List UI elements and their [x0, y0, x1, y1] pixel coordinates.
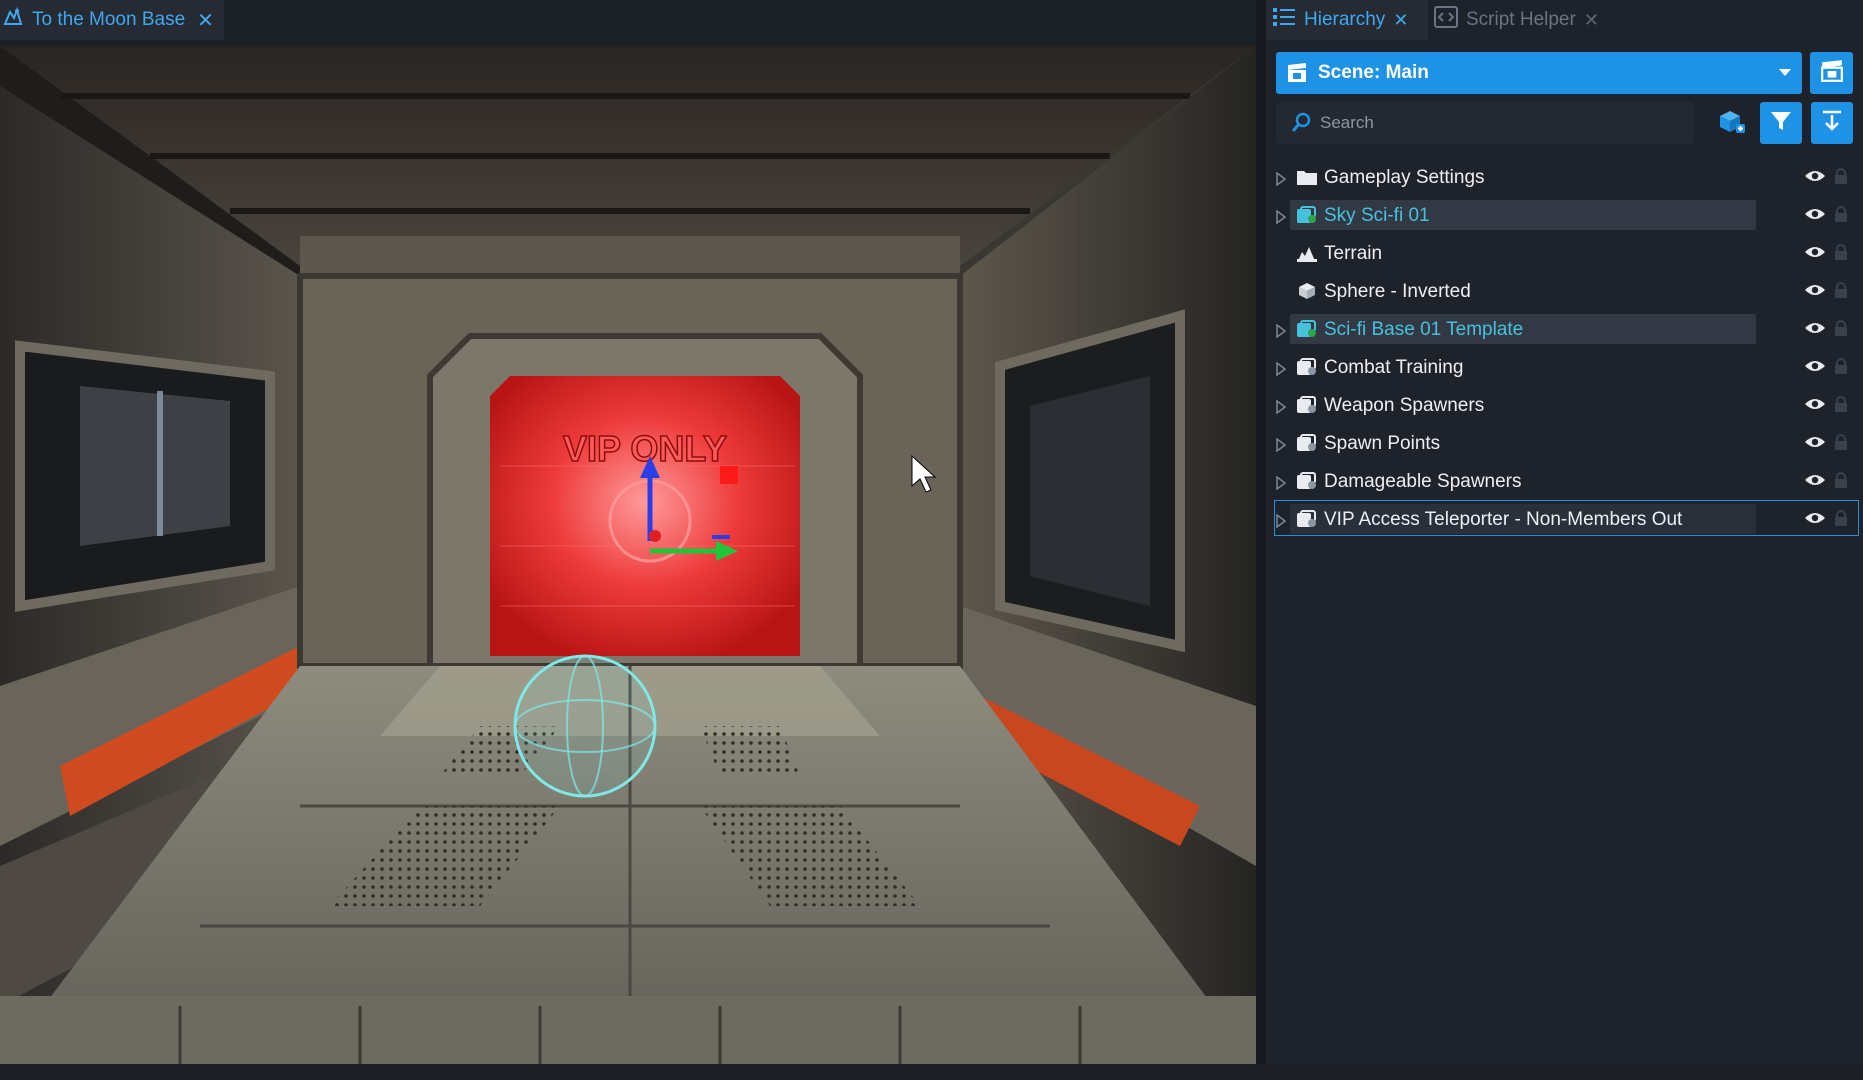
group-icon	[1296, 396, 1318, 414]
lock-icon[interactable]	[1834, 472, 1848, 488]
eye-icon[interactable]	[1804, 169, 1826, 183]
tab-label: To the Moon Base	[32, 9, 186, 30]
tree-item-label: Combat Training	[1324, 357, 1464, 378]
tree-item-sky-sci-fi-01[interactable]: Sky Sci-fi 01	[1266, 198, 1863, 236]
panel-splitter[interactable]	[1256, 0, 1266, 1080]
triangle-right-icon[interactable]	[1276, 324, 1288, 338]
lock-icon[interactable]	[1834, 358, 1848, 374]
lock-icon[interactable]	[1834, 168, 1848, 184]
close-icon[interactable]: ✕	[1584, 10, 1599, 31]
lock-icon[interactable]	[1834, 396, 1848, 412]
vip-sign-text: VIP ONLY	[563, 428, 727, 469]
eye-icon[interactable]	[1804, 283, 1826, 297]
search-input[interactable]	[1318, 112, 1682, 134]
tree-item-vip-access-teleporter[interactable]: VIP Access Teleporter - Non-Members Out	[1266, 500, 1863, 540]
triangle-right-icon[interactable]	[1276, 210, 1288, 224]
close-icon[interactable]: ✕	[1393, 10, 1408, 31]
close-icon[interactable]: ✕	[197, 8, 214, 33]
group-icon	[1296, 472, 1318, 490]
tree-item-weapon-spawners[interactable]: Weapon Spawners	[1266, 388, 1863, 426]
tree-item-sphere-inverted[interactable]: Sphere - Inverted	[1266, 274, 1863, 312]
tree-item-label: Sphere - Inverted	[1324, 281, 1471, 302]
tree-item-label: Sky Sci-fi 01	[1324, 205, 1430, 226]
scene-settings-button[interactable]	[1810, 52, 1853, 94]
add-object-button[interactable]	[1711, 102, 1753, 144]
list-icon	[1272, 6, 1296, 34]
trigger-sphere-gizmo[interactable]	[513, 654, 657, 798]
tree-item-label: Damageable Spawners	[1324, 471, 1522, 492]
triangle-right-icon[interactable]	[1276, 362, 1288, 376]
scene-label: Scene: Main	[1318, 62, 1429, 83]
panel-tab-bar: Hierarchy ✕ Script Helper ✕	[1266, 0, 1863, 40]
tree-item-gameplay-settings[interactable]: Gameplay Settings	[1266, 160, 1863, 198]
collapse-all-button[interactable]	[1811, 102, 1853, 144]
lock-icon[interactable]	[1834, 510, 1848, 526]
tree-item-label: Gameplay Settings	[1324, 167, 1485, 188]
eye-icon[interactable]	[1804, 435, 1826, 449]
eye-icon[interactable]	[1804, 397, 1826, 411]
tab-to-the-moon-base[interactable]: To the Moon Base ✕	[0, 0, 224, 40]
group-icon	[1296, 358, 1318, 376]
bottom-status-strip	[0, 1064, 1863, 1080]
chevron-down-icon	[1776, 63, 1794, 81]
lock-icon[interactable]	[1834, 320, 1848, 336]
eye-icon[interactable]	[1804, 321, 1826, 335]
filter-button[interactable]	[1760, 102, 1802, 144]
eye-icon[interactable]	[1804, 359, 1826, 373]
tree-item-label: Sci-fi Base 01 Template	[1324, 319, 1524, 340]
folder-icon	[1296, 168, 1318, 186]
viewport-render: VIP ONLY	[0, 46, 1256, 1064]
cube-add-icon	[1718, 107, 1746, 140]
tree-item-damageable-spawners[interactable]: Damageable Spawners	[1266, 464, 1863, 502]
hierarchy-panel: Hierarchy ✕ Script Helper ✕ Scene: Main	[1266, 0, 1863, 1064]
triangle-right-icon[interactable]	[1276, 172, 1288, 186]
eye-icon[interactable]	[1804, 245, 1826, 259]
scene-selector-dropdown[interactable]: Scene: Main	[1276, 52, 1802, 94]
lock-icon[interactable]	[1834, 206, 1848, 222]
lock-icon[interactable]	[1834, 244, 1848, 260]
tab-label: Script Helper	[1466, 9, 1576, 30]
tree-item-label: VIP Access Teleporter - Non-Members Out	[1324, 509, 1683, 530]
clapperboard-icon	[1820, 59, 1844, 88]
cube-icon	[1296, 282, 1318, 300]
search-field[interactable]	[1276, 102, 1694, 144]
triangle-right-icon[interactable]	[1276, 400, 1288, 414]
terrain-icon	[1296, 244, 1318, 262]
lock-icon[interactable]	[1834, 282, 1848, 298]
code-icon	[1434, 6, 1458, 34]
tree-item-combat-training[interactable]: Combat Training	[1266, 350, 1863, 388]
triangle-right-icon[interactable]	[1276, 438, 1288, 452]
template-icon	[1296, 320, 1318, 338]
template-icon	[1296, 206, 1318, 224]
eye-icon[interactable]	[1804, 207, 1826, 221]
tree-item-terrain[interactable]: Terrain	[1266, 236, 1863, 274]
group-icon	[1296, 434, 1318, 452]
filter-icon	[1769, 109, 1793, 138]
project-icon	[2, 6, 24, 34]
eye-icon[interactable]	[1804, 473, 1826, 487]
tree-item-label: Spawn Points	[1324, 433, 1441, 454]
tree-item-sci-fi-base-01-template[interactable]: Sci-fi Base 01 Template	[1266, 312, 1863, 350]
tree-item-label: Weapon Spawners	[1324, 395, 1485, 416]
eye-icon[interactable]	[1804, 511, 1826, 525]
tab-hierarchy[interactable]: Hierarchy ✕	[1266, 0, 1428, 40]
group-icon	[1296, 510, 1318, 528]
viewport-tab-bar: To the Moon Base ✕	[0, 0, 1256, 42]
search-icon	[1290, 112, 1312, 134]
clapperboard-icon	[1286, 62, 1308, 84]
tab-script-helper[interactable]: Script Helper ✕	[1430, 0, 1614, 40]
scene-viewport[interactable]: VIP ONLY	[0, 46, 1256, 1064]
triangle-right-icon[interactable]	[1276, 476, 1288, 490]
lock-icon[interactable]	[1834, 434, 1848, 450]
triangle-right-icon[interactable]	[1276, 514, 1288, 528]
arrow-down-icon	[1820, 109, 1844, 138]
tree-item-spawn-points[interactable]: Spawn Points	[1266, 426, 1863, 464]
tab-label: Hierarchy	[1304, 9, 1386, 30]
tree-item-label: Terrain	[1324, 243, 1383, 264]
